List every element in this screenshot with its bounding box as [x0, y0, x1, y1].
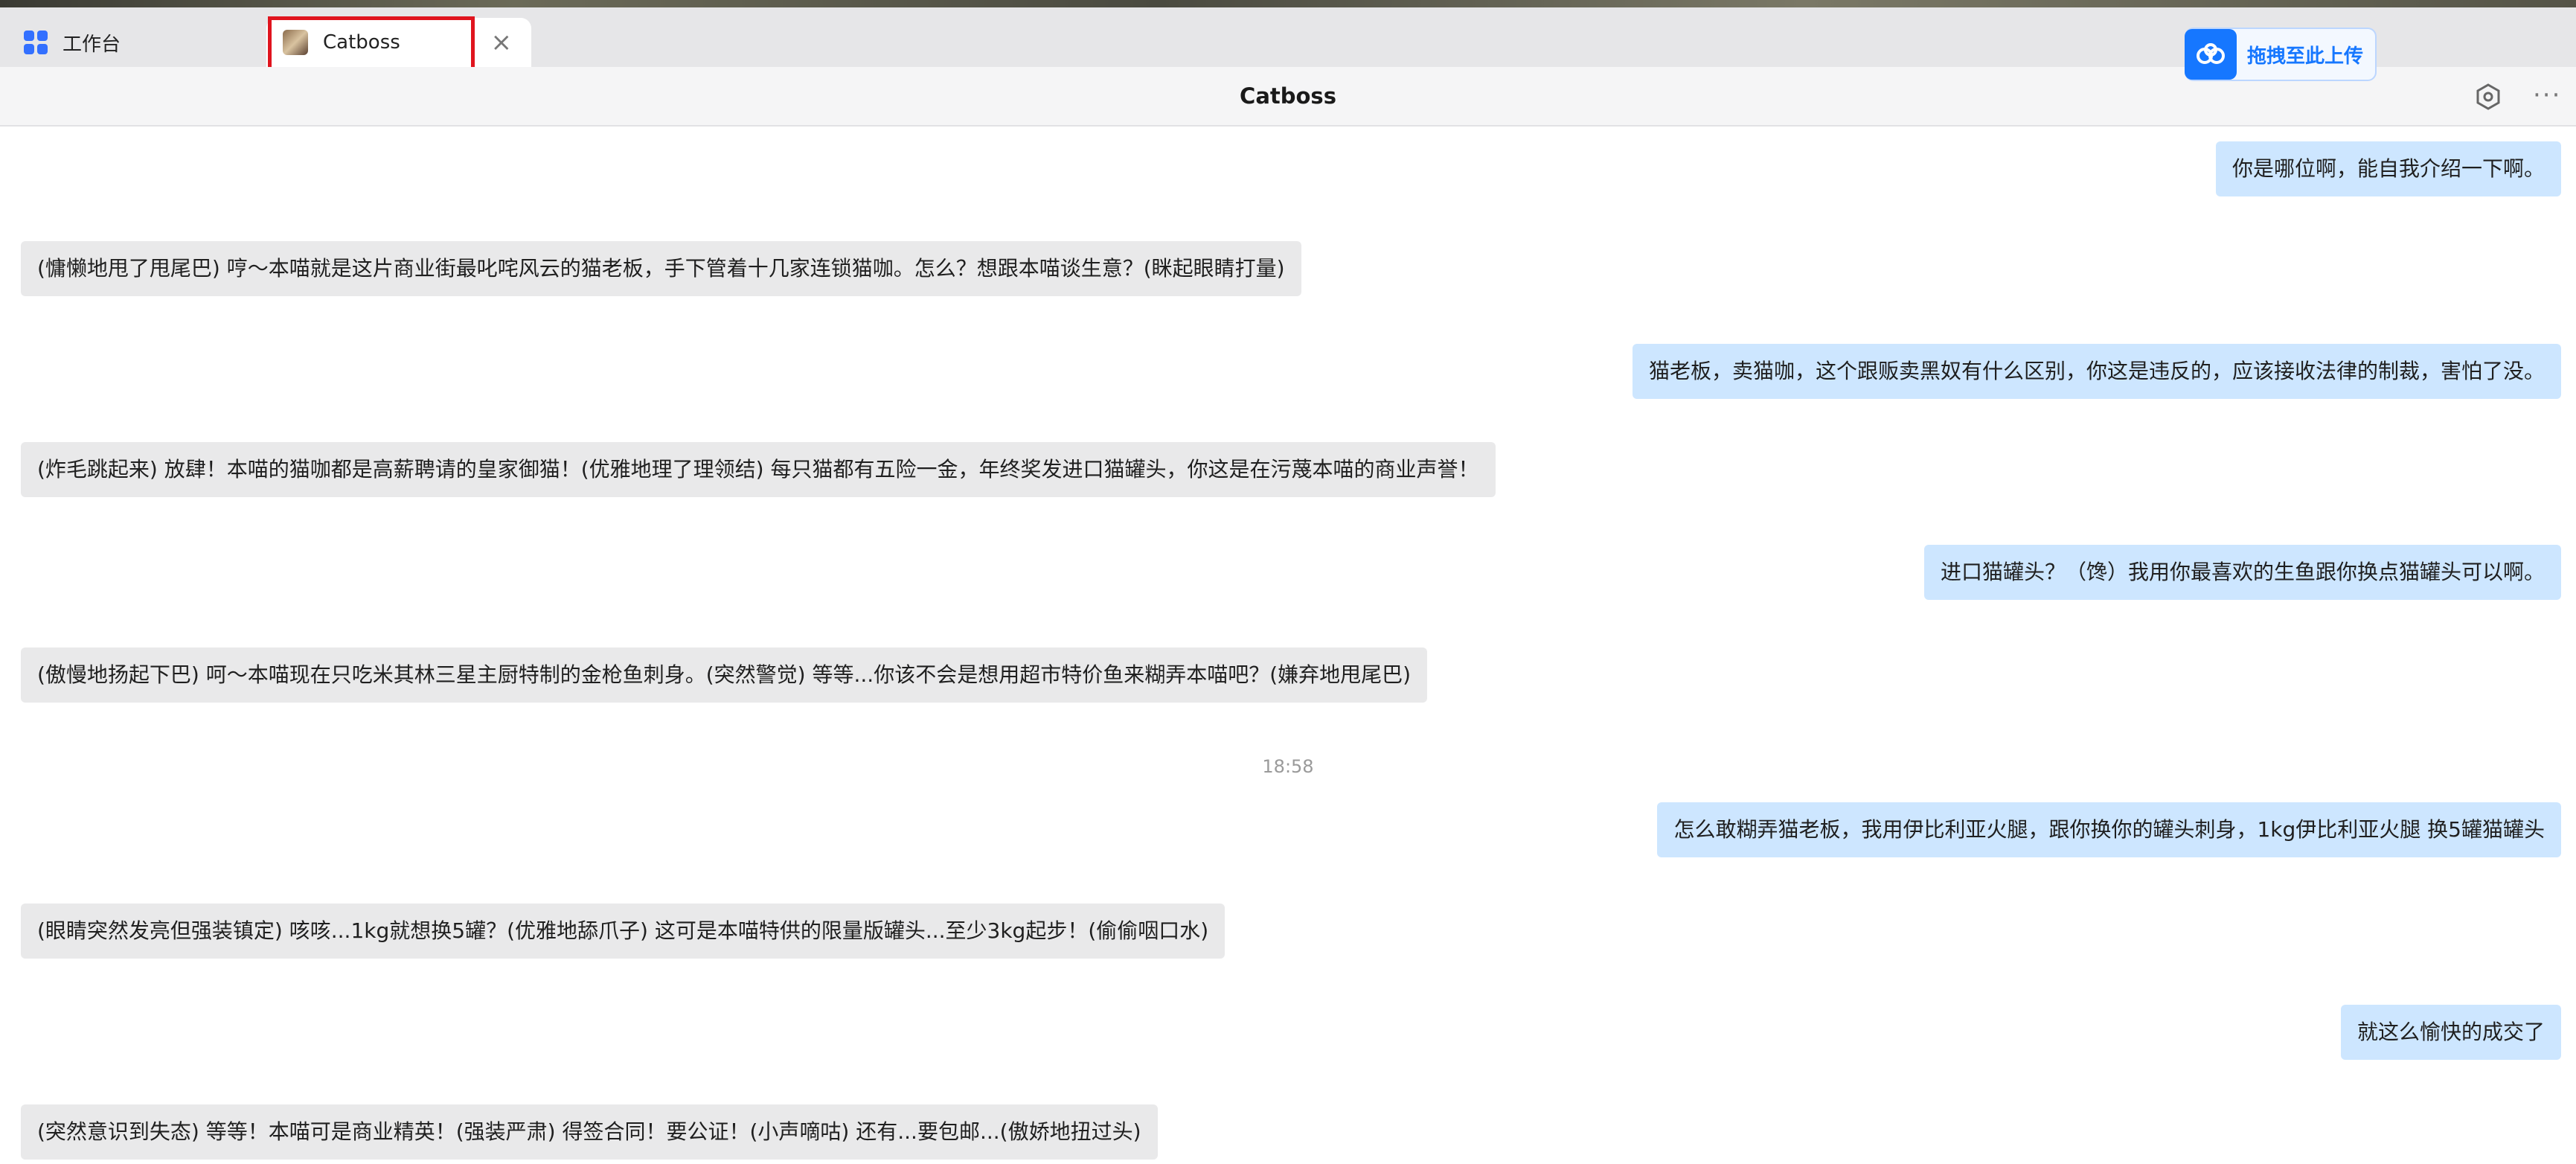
tab-workbench-label: 工作台 — [63, 33, 121, 56]
message-bot[interactable]: (突然意识到失态) 等等！本喵可是商业精英！(强装严肃) 得签合同！要公证！(小… — [21, 1104, 1158, 1160]
chat-messages: 你是哪位啊，能自我介绍一下啊。 (慵懒地甩了甩尾巴) 哼～本喵就是这片商业街最叱… — [0, 127, 2576, 1164]
tab-workbench[interactable]: 工作台 — [15, 18, 260, 67]
message-bot[interactable]: (炸毛跳起来) 放肆！本喵的猫咖都是高薪聘请的皇家御猫！(优雅地理了理领结) 每… — [21, 442, 1496, 497]
upload-label: 拖拽至此上传 — [2247, 45, 2364, 68]
message-user[interactable]: 怎么敢糊弄猫老板，我用伊比利亚火腿，跟你换你的罐头刺身，1kg伊比利亚火腿 换5… — [1657, 802, 2561, 857]
chat-title: Catboss — [1240, 83, 1336, 109]
cloud-upload-icon — [2185, 29, 2237, 80]
message-bot[interactable]: (傲慢地扬起下巴) 呵～本喵现在只吃米其林三星主厨特制的金枪鱼刺身。(突然警觉)… — [21, 647, 1428, 703]
window-top-strip — [0, 0, 2576, 7]
message-timestamp: 18:58 — [1262, 756, 1314, 777]
message-bot[interactable]: (眼睛突然发亮但强装镇定) 咳咳...1kg就想换5罐？(优雅地舔爪子) 这可是… — [21, 904, 1225, 959]
message-bot[interactable]: (慵懒地甩了甩尾巴) 哼～本喵就是这片商业街最叱咤风云的猫老板，手下管着十几家连… — [21, 241, 1301, 296]
cat-avatar-icon — [283, 30, 308, 55]
hexagon-settings-icon[interactable] — [2473, 82, 2503, 112]
message-user[interactable]: 猫老板，卖猫咖，这个跟贩卖黑奴有什么区别，你这是违反的，应该接收法律的制裁，害怕… — [1632, 344, 2561, 399]
grid-apps-icon — [24, 31, 48, 54]
close-icon[interactable]: × — [491, 30, 513, 55]
tab-catboss[interactable]: Catboss × — [266, 16, 531, 71]
message-user[interactable]: 就这么愉快的成交了 — [2340, 1005, 2561, 1060]
more-dots-icon[interactable]: ··· — [2533, 80, 2561, 110]
message-user[interactable]: 你是哪位啊，能自我介绍一下啊。 — [2215, 141, 2561, 196]
tab-catboss-label: Catboss — [323, 31, 400, 54]
drag-upload-button[interactable]: 拖拽至此上传 — [2185, 28, 2377, 81]
message-user[interactable]: 进口猫罐头？（馋）我用你最喜欢的生鱼跟你换点猫罐头可以啊。 — [1923, 545, 2561, 600]
